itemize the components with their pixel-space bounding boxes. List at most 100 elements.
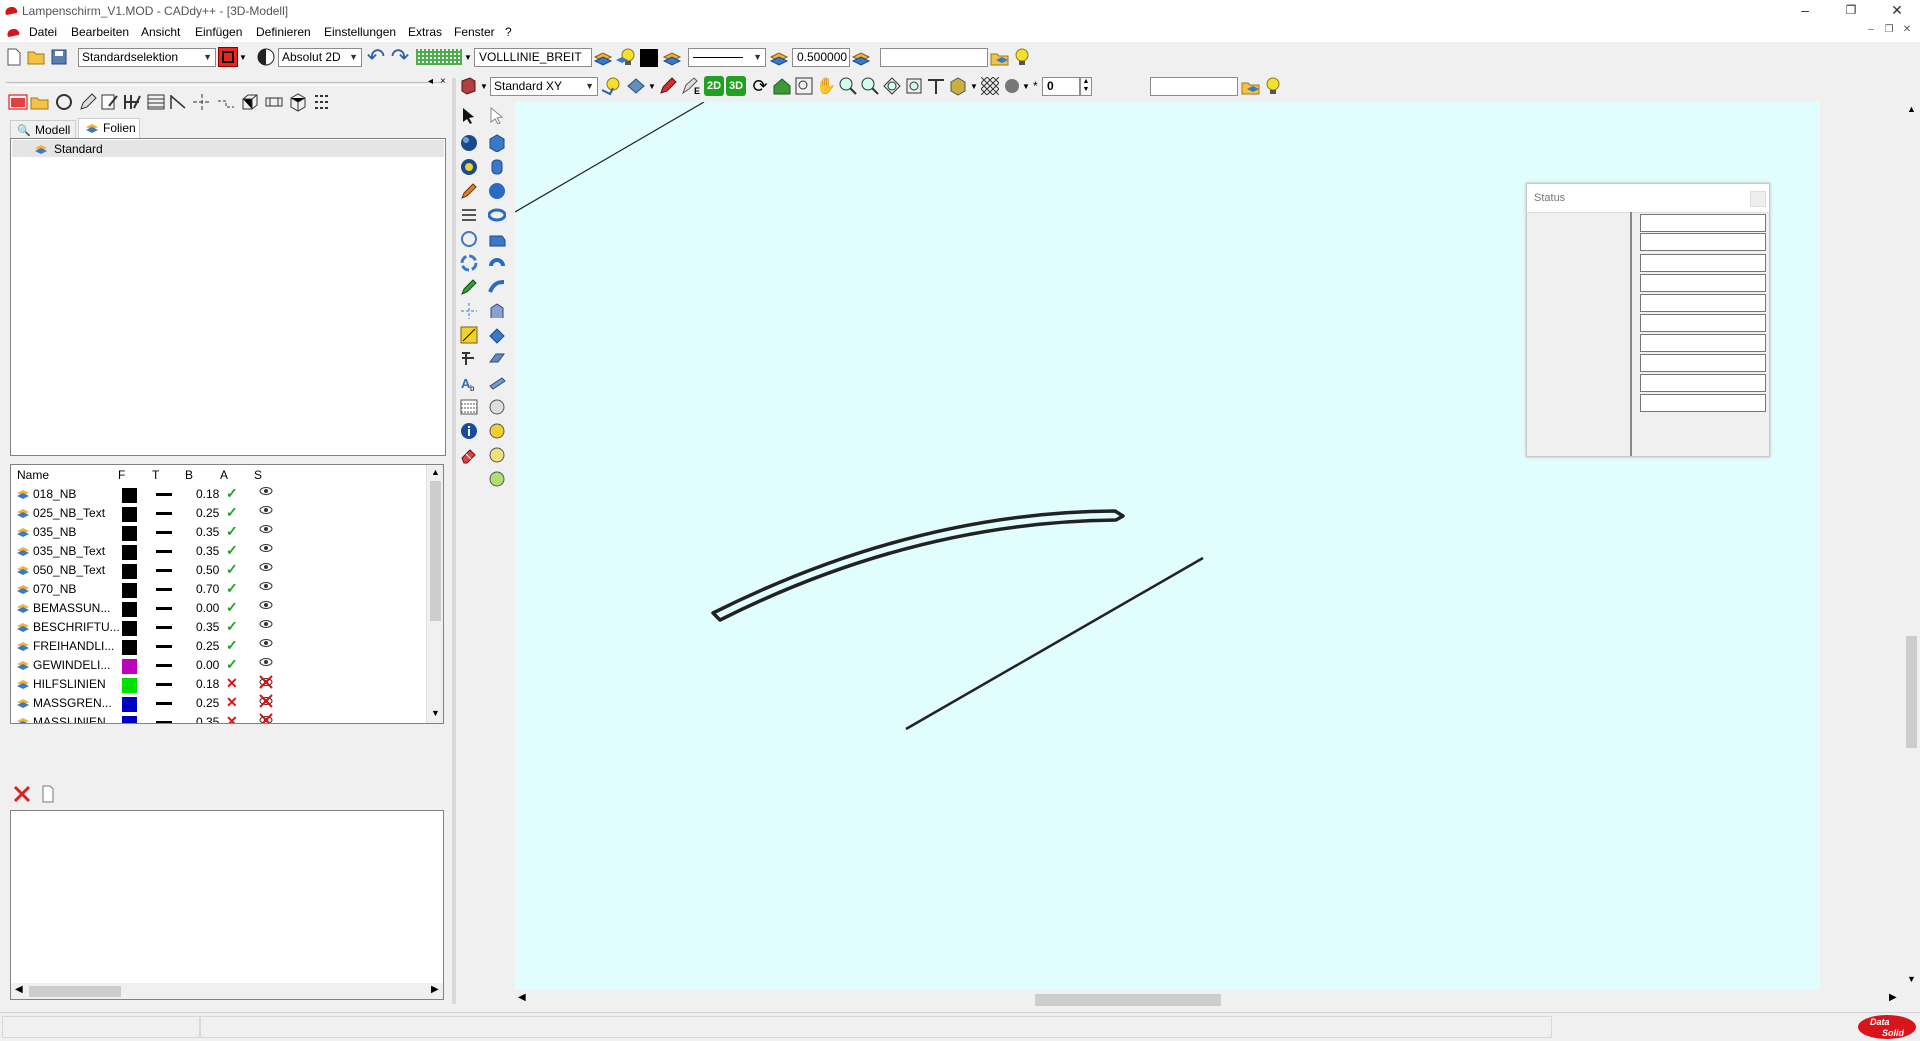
close-button[interactable]: ✕ [1874,0,1920,22]
hidden-eye-icon[interactable] [259,713,273,723]
scroll-down-icon[interactable]: ▼ [1907,974,1916,984]
line-style-select[interactable]: ▼ [688,48,766,67]
scroll-up-icon[interactable]: ▲ [1907,104,1916,114]
layer-color-swatch[interactable] [122,526,137,541]
refresh-tool-icon[interactable] [458,252,480,274]
view-cube-icon[interactable] [458,76,478,96]
panel-close-icon[interactable]: × [440,76,446,87]
table-row[interactable]: FREIHANDLI... 0.25 ✓ [11,637,426,656]
panel-splitter[interactable] [452,78,456,1004]
header-name[interactable]: Name [17,468,49,482]
visible-eye-icon[interactable] [259,523,273,538]
zoom-window-icon[interactable] [794,76,814,96]
hatch-tool-icon[interactable] [458,396,480,418]
status-close-button[interactable] [1750,191,1766,207]
view-select[interactable]: Standard XY ▼ [490,77,598,96]
inactive-cross-icon[interactable]: ✕ [226,675,238,692]
table-row[interactable]: 070_NB 0.70 ✓ [11,580,426,599]
light-sphere-tool-icon[interactable] [486,444,508,466]
pan-hand-icon[interactable]: ✋ [816,76,836,96]
lightbulb-icon[interactable] [1012,47,1032,67]
scroll-left-icon[interactable]: ◀ [15,984,23,995]
folder-icon[interactable] [30,92,50,112]
torus-tool-icon[interactable] [486,204,508,226]
layer-width[interactable]: 0.25 [196,506,219,520]
hscroll-thumb[interactable] [29,986,121,997]
vscroll-thumb[interactable] [1906,636,1917,748]
active-check-icon[interactable]: ✓ [226,656,238,673]
edit-pen-icon[interactable] [78,92,98,112]
document-icon[interactable] [38,784,58,804]
active-check-icon[interactable]: ✓ [226,485,238,502]
active-check-icon[interactable]: ✓ [226,618,238,635]
house-view-icon[interactable] [772,76,792,96]
pencil-red-icon[interactable] [658,76,678,96]
snap-tool-icon[interactable] [458,156,480,178]
scroll-left-icon[interactable]: ◀ [518,992,526,1003]
minimize-button[interactable]: – [1782,0,1828,22]
table-icon[interactable] [312,92,332,112]
hscroll-thumb[interactable] [1035,994,1221,1006]
layer-width[interactable]: 0.18 [196,487,219,501]
active-check-icon[interactable]: ✓ [226,580,238,597]
table-row[interactable]: 018_NB 0.18 ✓ [11,485,426,504]
header-a[interactable]: A [220,468,228,482]
light-view-icon[interactable] [602,76,622,96]
new-file-icon[interactable] [4,47,24,67]
menu-extras[interactable]: Extras [408,25,442,39]
chevron-down-icon[interactable]: ▼ [464,53,472,62]
centerline-icon[interactable] [192,92,212,112]
table-row[interactable]: HILFSLINIEN 0.18 ✕ [11,675,426,694]
visible-eye-icon[interactable] [259,618,273,633]
header-t[interactable]: T [152,468,159,482]
redo-icon[interactable]: ↷ [390,44,410,69]
camera-icon[interactable] [626,76,646,96]
tab-modell[interactable]: 🔍 Modell [10,120,76,138]
active-check-icon[interactable]: ✓ [226,523,238,540]
mdi-close-button[interactable]: ✕ [1898,24,1916,38]
layer-width[interactable]: 0.25 [196,639,219,653]
centerline-tool-icon[interactable] [458,300,480,322]
active-check-icon[interactable]: ✓ [226,542,238,559]
sphere-icon[interactable] [1002,76,1022,96]
selection-color-icon[interactable] [218,47,238,67]
number-field[interactable]: 0 [1042,77,1080,96]
layer-color-swatch[interactable] [122,678,137,693]
revolve-tool-icon[interactable] [486,252,508,274]
table-row[interactable]: 035_NB_Text 0.35 ✓ [11,542,426,561]
table-row[interactable]: 050_NB_Text 0.50 ✓ [11,561,426,580]
visible-eye-icon[interactable] [259,485,273,500]
shell-tool-icon[interactable] [486,324,508,346]
menu-bearbeiten[interactable]: Bearbeiten [71,25,129,39]
table-row[interactable]: MASSLINIEN 0.35 ✕ [11,713,426,723]
boolean-tool-icon[interactable] [486,348,508,370]
cylinder-icon[interactable] [264,92,284,112]
layer-field[interactable] [880,48,988,67]
mdi-restore-button[interactable]: ❐ [1880,24,1898,38]
layer-width[interactable]: 0.35 [196,544,219,558]
lightbulb-icon[interactable] [1263,76,1283,96]
view-2d-button[interactable]: 2D [704,76,724,96]
layer-table-scrollbar[interactable]: ▲ ▼ [426,465,443,723]
circle-tool-icon[interactable] [54,92,74,112]
active-check-icon[interactable]: ✓ [226,561,238,578]
box-3d-icon[interactable] [240,92,260,112]
layer-stack-icon[interactable] [852,47,872,67]
menu-definieren[interactable]: Definieren [256,25,311,39]
open-folder-icon[interactable] [26,47,46,67]
rotate-view-icon[interactable]: ⟳ [750,76,770,96]
sphere-tool-icon[interactable] [458,132,480,154]
green-pen-tool-icon[interactable] [458,276,480,298]
number-spinner[interactable]: ▲ ▼ [1080,77,1092,96]
cylinder-tool-icon[interactable] [486,156,508,178]
layer-width[interactable]: 0.18 [196,677,219,691]
layer-width[interactable]: 0.35 [196,525,219,539]
scroll-down-icon[interactable]: ▼ [431,708,440,718]
grid-icon[interactable] [416,49,462,65]
undo-icon[interactable]: ↶ [366,44,386,69]
layer-width[interactable]: 0.35 [196,620,219,634]
inactive-cross-icon[interactable]: ✕ [226,713,238,723]
loft-tool-icon[interactable] [486,300,508,322]
gray-sphere-tool-icon[interactable] [486,396,508,418]
header-b[interactable]: B [185,468,193,482]
